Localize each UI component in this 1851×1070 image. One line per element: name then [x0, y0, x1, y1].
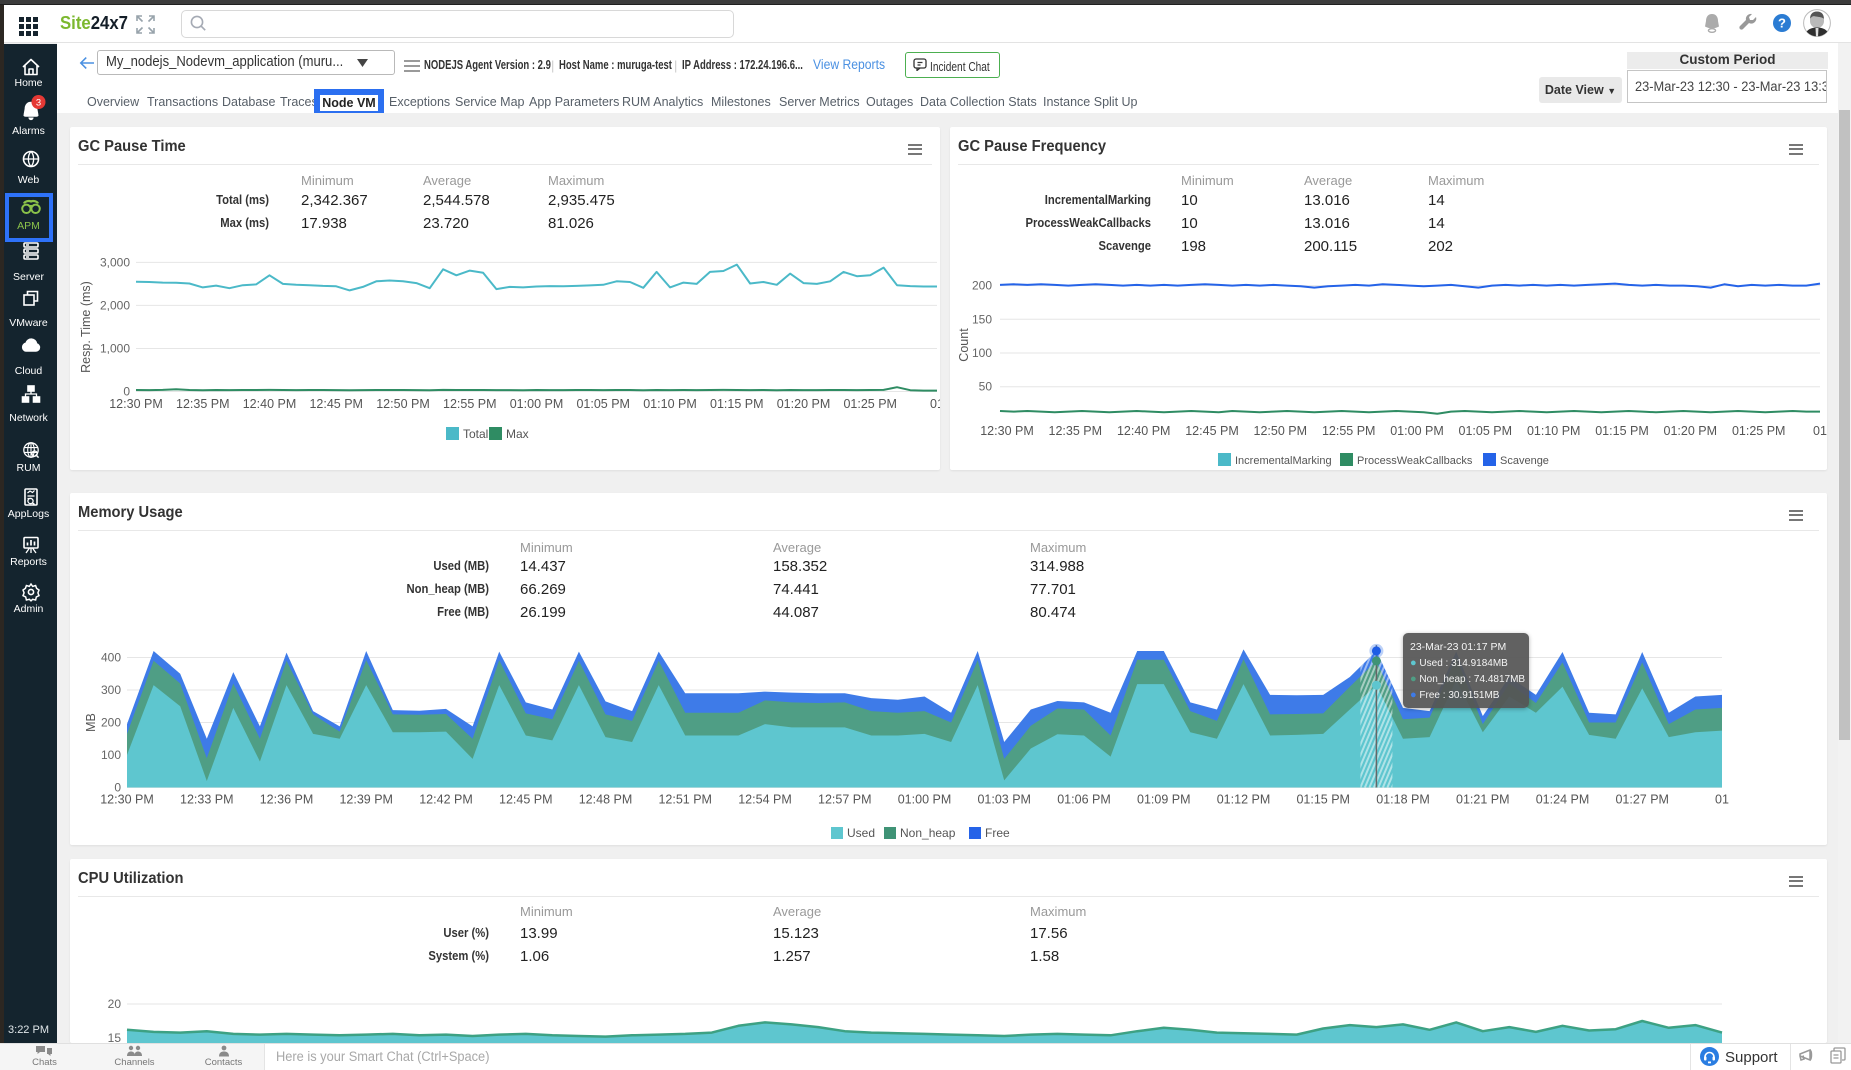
svg-text:100: 100: [972, 346, 992, 360]
svg-text:12:30 PM: 12:30 PM: [980, 424, 1034, 438]
svg-text:?: ?: [1778, 16, 1786, 31]
svg-text:200: 200: [101, 716, 121, 730]
svg-text:15: 15: [108, 1031, 122, 1043]
svg-text:12:55 PM: 12:55 PM: [443, 397, 497, 411]
svg-text:12:55 PM: 12:55 PM: [1322, 424, 1376, 438]
svg-text:01:10 PM: 01:10 PM: [1527, 424, 1581, 438]
svg-text:01:00 PM: 01:00 PM: [898, 793, 952, 807]
svg-text:12:35 PM: 12:35 PM: [1049, 424, 1103, 438]
svg-text:2,000: 2,000: [100, 298, 130, 312]
svg-text:12:30 PM: 12:30 PM: [109, 397, 163, 411]
svg-text:01:09 PM: 01:09 PM: [1137, 793, 1191, 807]
svg-text:3,000: 3,000: [100, 255, 130, 269]
svg-text:12:33 PM: 12:33 PM: [180, 793, 234, 807]
svg-text:Scavenge: Scavenge: [1500, 455, 1549, 467]
svg-text:01:05 PM: 01:05 PM: [1459, 424, 1513, 438]
svg-text:12:51 PM: 12:51 PM: [658, 793, 712, 807]
svg-text:01:03 PM: 01:03 PM: [977, 793, 1031, 807]
svg-text:12:36 PM: 12:36 PM: [260, 793, 314, 807]
svg-text:Used: Used: [847, 826, 875, 840]
svg-text:12:48 PM: 12:48 PM: [579, 793, 633, 807]
svg-text:01:20 PM: 01:20 PM: [777, 397, 831, 411]
svg-text:01:06 PM: 01:06 PM: [1057, 793, 1111, 807]
svg-text:01:25 PM: 01:25 PM: [843, 397, 897, 411]
svg-text:12:40 PM: 12:40 PM: [243, 397, 297, 411]
svg-text:12:30 PM: 12:30 PM: [100, 793, 154, 807]
svg-text:01:05 PM: 01:05 PM: [576, 397, 630, 411]
svg-text:Free: Free: [985, 826, 1010, 840]
svg-text:ProcessWeakCallbacks: ProcessWeakCallbacks: [1357, 455, 1473, 467]
svg-text:50: 50: [979, 380, 993, 394]
svg-text:12:45 PM: 12:45 PM: [309, 397, 363, 411]
svg-text:1,000: 1,000: [100, 342, 130, 356]
svg-text:01:15 PM: 01:15 PM: [1296, 793, 1350, 807]
svg-text:12:35 PM: 12:35 PM: [176, 397, 230, 411]
svg-text:12:57 PM: 12:57 PM: [818, 793, 872, 807]
svg-text:12:45 PM: 12:45 PM: [499, 793, 553, 807]
svg-text:01: 01: [930, 397, 940, 411]
svg-text:01:10 PM: 01:10 PM: [643, 397, 697, 411]
svg-text:200: 200: [972, 279, 992, 293]
svg-text:Max: Max: [506, 427, 529, 441]
svg-text:Non_heap: Non_heap: [900, 826, 956, 840]
svg-text:01:15 PM: 01:15 PM: [710, 397, 764, 411]
svg-text:300: 300: [101, 683, 121, 697]
svg-text:100: 100: [101, 748, 121, 762]
svg-text:01:24 PM: 01:24 PM: [1536, 793, 1590, 807]
svg-text:400: 400: [101, 651, 121, 665]
svg-text:01: 01: [1715, 793, 1729, 807]
svg-text:12:42 PM: 12:42 PM: [419, 793, 473, 807]
svg-text:01:12 PM: 01:12 PM: [1217, 793, 1271, 807]
svg-text:Resp. Time (ms): Resp. Time (ms): [79, 281, 93, 373]
svg-text:20: 20: [108, 997, 122, 1011]
svg-text:01:18 PM: 01:18 PM: [1376, 793, 1430, 807]
svg-text:3: 3: [36, 98, 41, 109]
svg-text:IncrementalMarking: IncrementalMarking: [1235, 455, 1332, 467]
svg-text:Total: Total: [463, 427, 488, 441]
svg-text:12:54 PM: 12:54 PM: [738, 793, 792, 807]
svg-text:12:39 PM: 12:39 PM: [339, 793, 393, 807]
svg-text:01:15 PM: 01:15 PM: [1595, 424, 1649, 438]
svg-text:12:45 PM: 12:45 PM: [1185, 424, 1239, 438]
svg-text:01:20 PM: 01:20 PM: [1664, 424, 1718, 438]
svg-text:12:40 PM: 12:40 PM: [1117, 424, 1171, 438]
svg-text:01:21 PM: 01:21 PM: [1456, 793, 1510, 807]
svg-text:12:50 PM: 12:50 PM: [376, 397, 430, 411]
svg-text:MB: MB: [84, 713, 98, 732]
svg-text:01:00 PM: 01:00 PM: [510, 397, 564, 411]
svg-text:Count: Count: [957, 328, 971, 362]
svg-text:01:00 PM: 01:00 PM: [1390, 424, 1444, 438]
svg-text:150: 150: [972, 312, 992, 326]
svg-text:01:25 PM: 01:25 PM: [1732, 424, 1786, 438]
svg-text:12:50 PM: 12:50 PM: [1254, 424, 1308, 438]
svg-text:01: 01: [1813, 424, 1827, 438]
svg-text:01:27 PM: 01:27 PM: [1615, 793, 1669, 807]
